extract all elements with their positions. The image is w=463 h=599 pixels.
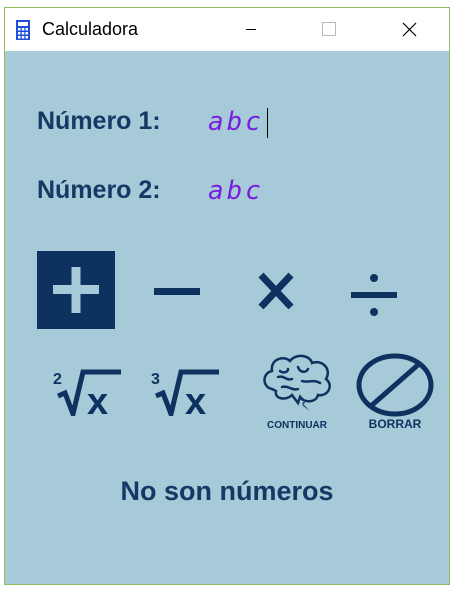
cube-root-button[interactable]: 3 x — [151, 366, 221, 416]
continue-button[interactable]: CONTINUAR — [258, 351, 336, 431]
clear-button[interactable]: BORRAR — [355, 351, 435, 431]
subtract-button[interactable] — [151, 271, 203, 311]
minimize-icon — [246, 29, 256, 30]
square-root-icon: 2 x — [53, 369, 121, 416]
plus-icon — [53, 267, 99, 313]
root-radicand: x — [185, 381, 206, 416]
number2-input[interactable]: abc — [208, 174, 358, 208]
maximize-button[interactable] — [305, 8, 351, 51]
text-caret — [267, 108, 268, 138]
calculator-window: Calculadora Número 1: abc Número 2: abc — [4, 7, 450, 585]
title-bar[interactable]: Calculadora — [5, 8, 449, 51]
add-button[interactable] — [37, 251, 115, 329]
number1-input[interactable]: abc — [208, 105, 358, 139]
root-index: 2 — [53, 371, 62, 388]
close-button[interactable] — [385, 8, 431, 51]
number1-label: Número 1: — [37, 107, 161, 135]
minus-icon — [154, 288, 200, 295]
continue-label: CONTINUAR — [267, 420, 328, 431]
clear-label: BORRAR — [369, 417, 422, 431]
window-title: Calculadora — [42, 19, 139, 39]
square-root-button[interactable]: 2 x — [53, 366, 123, 416]
brain-icon: CONTINUAR — [263, 354, 331, 431]
divide-button[interactable] — [349, 271, 401, 321]
no-sign-icon: BORRAR — [356, 353, 434, 431]
calculator-icon — [15, 20, 31, 40]
minimize-button[interactable] — [233, 8, 279, 51]
maximize-icon — [322, 22, 336, 36]
times-icon — [258, 272, 294, 310]
root-index: 3 — [151, 371, 160, 388]
number2-label: Número 2: — [37, 176, 161, 204]
result-message: No son números — [120, 476, 334, 506]
cube-root-icon: 3 x — [151, 369, 219, 416]
close-icon — [402, 22, 417, 37]
root-radicand: x — [87, 381, 108, 416]
divide-icon — [351, 274, 397, 316]
multiply-button[interactable] — [251, 271, 303, 311]
